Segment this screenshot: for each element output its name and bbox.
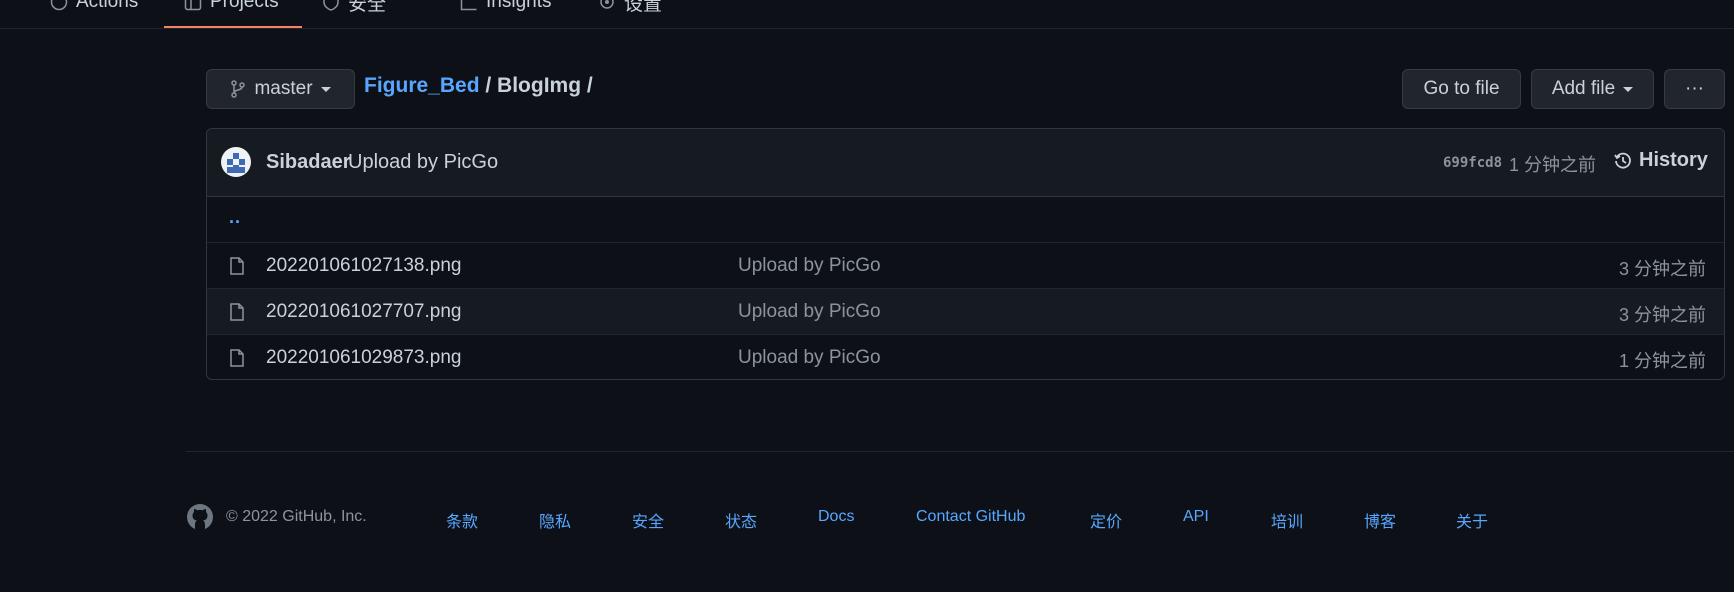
chevron-down-icon	[1623, 86, 1634, 92]
selected-tab-indicator	[164, 26, 302, 28]
tab-security-label: 安全	[348, 0, 387, 15]
add-file-label: Add file	[1551, 78, 1616, 99]
file-commit-message-link[interactable]: Upload by PicGo	[738, 301, 881, 323]
breadcrumb: Figure_Bed / BlogImg /	[364, 74, 593, 98]
breadcrumb-current-folder: BlogImg	[497, 74, 582, 97]
footer-link-pricing[interactable]: 定价	[1090, 508, 1122, 532]
footer-link-training[interactable]: 培训	[1271, 508, 1303, 532]
file-icon	[230, 349, 244, 367]
tab-projects[interactable]: Projects	[184, 0, 279, 16]
parent-directory-row[interactable]: ..	[207, 197, 1724, 242]
file-age: 1 分钟之前	[1618, 351, 1706, 371]
add-file-button[interactable]: Add file	[1531, 69, 1654, 109]
history-link[interactable]: History	[1613, 149, 1708, 172]
branch-select-button[interactable]: master	[206, 69, 355, 109]
table-icon	[184, 0, 202, 11]
repo-tab-nav: Actions Projects 安全 Insights 设置	[0, 0, 1734, 29]
gear-icon	[600, 0, 614, 9]
commit-sha-link[interactable]: 699fcd8	[1443, 155, 1502, 171]
go-to-file-button[interactable]: Go to file	[1402, 69, 1521, 109]
more-options-button[interactable]: ···	[1664, 69, 1725, 109]
footer-link-status[interactable]: 状态	[725, 508, 757, 532]
footer-link-security[interactable]: 安全	[632, 508, 664, 532]
file-commit-message-link[interactable]: Upload by PicGo	[738, 255, 881, 277]
breadcrumb-separator: /	[581, 74, 593, 97]
footer-copyright: © 2022 GitHub, Inc.	[226, 508, 367, 525]
identicon-icon	[227, 153, 245, 173]
commit-message-link[interactable]: Upload by PicGo	[348, 151, 498, 174]
commit-author-link[interactable]: Sibadaer	[266, 151, 350, 174]
footer-link-api[interactable]: API	[1183, 508, 1209, 526]
footer-link-privacy[interactable]: 隐私	[539, 508, 571, 532]
kebab-horizontal-icon: ···	[1685, 78, 1704, 99]
file-age: 3 分钟之前	[1618, 305, 1706, 325]
parent-directory-link[interactable]: ..	[229, 207, 241, 228]
shield-icon	[323, 0, 339, 11]
footer-link-blog[interactable]: 博客	[1364, 508, 1396, 532]
avatar[interactable]	[221, 147, 251, 177]
file-icon	[230, 257, 244, 275]
github-logo-icon[interactable]	[186, 503, 214, 531]
file-commit-message-link[interactable]: Upload by PicGo	[738, 347, 881, 369]
commit-time: 1 分钟之前	[1509, 155, 1597, 175]
latest-commit-header: Sibadaer Upload by PicGo 699fcd8 1 分钟之前 …	[207, 129, 1724, 197]
file-list: Sibadaer Upload by PicGo 699fcd8 1 分钟之前 …	[206, 128, 1725, 380]
tab-actions[interactable]: Actions	[50, 0, 138, 16]
file-name-link[interactable]: 202201061029873.png	[266, 347, 461, 369]
table-row: 202201061029873.png Upload by PicGo 1 分钟…	[207, 334, 1724, 379]
table-row: 202201061027138.png Upload by PicGo 3 分钟…	[207, 242, 1724, 288]
tab-insights-label: Insights	[486, 0, 552, 12]
tab-projects-label: Projects	[210, 0, 279, 12]
graph-icon	[460, 0, 477, 11]
footer-link-contact[interactable]: Contact GitHub	[916, 508, 1025, 526]
branch-name: master	[254, 78, 313, 99]
file-icon	[230, 303, 244, 321]
file-name-link[interactable]: 202201061027138.png	[266, 255, 461, 277]
tab-security[interactable]: 安全	[322, 0, 386, 16]
play-circle-icon	[50, 0, 68, 11]
tab-actions-label: Actions	[76, 0, 139, 12]
file-age: 3 分钟之前	[1618, 259, 1706, 279]
history-icon	[1614, 152, 1631, 169]
file-name-link[interactable]: 202201061027707.png	[266, 301, 461, 323]
chevron-down-icon	[320, 86, 331, 92]
breadcrumb-separator: /	[479, 74, 498, 97]
git-branch-icon	[231, 80, 246, 98]
footer-link-docs[interactable]: Docs	[818, 508, 854, 526]
history-label: History	[1639, 149, 1708, 171]
footer-divider	[186, 451, 1734, 452]
table-row: 202201061027707.png Upload by PicGo 3 分钟…	[207, 288, 1724, 334]
footer-link-about[interactable]: 关于	[1456, 508, 1488, 532]
tab-settings-label: 设置	[624, 0, 663, 15]
breadcrumb-repo-link[interactable]: Figure_Bed	[364, 74, 480, 97]
footer-link-terms[interactable]: 条款	[446, 508, 478, 532]
go-to-file-label: Go to file	[1423, 78, 1500, 99]
tab-insights[interactable]: Insights	[460, 0, 551, 16]
tab-settings[interactable]: 设置	[598, 0, 662, 16]
